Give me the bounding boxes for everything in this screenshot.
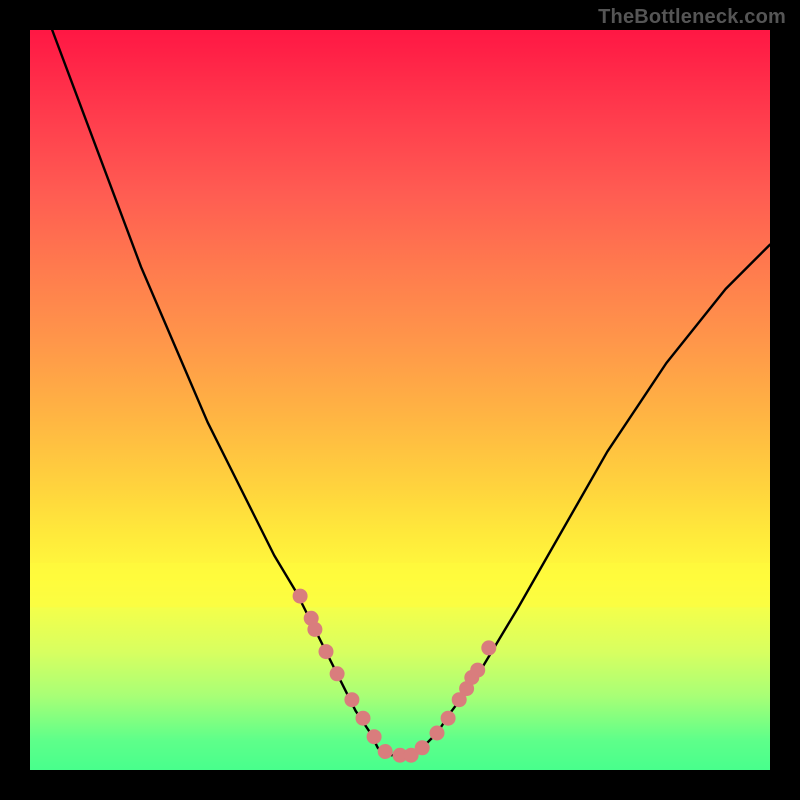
chart-overlay bbox=[30, 30, 770, 770]
highlight-dot bbox=[470, 663, 485, 678]
bottleneck-curve bbox=[30, 0, 770, 755]
watermark-text: TheBottleneck.com bbox=[598, 6, 786, 29]
color-bands bbox=[30, 563, 770, 770]
highlight-dot bbox=[378, 744, 393, 759]
highlight-dot bbox=[441, 711, 456, 726]
highlight-dot bbox=[319, 644, 334, 659]
highlight-dot bbox=[415, 740, 430, 755]
highlight-dot bbox=[481, 640, 496, 655]
chart-frame: TheBottleneck.com bbox=[0, 0, 800, 800]
highlight-dot bbox=[293, 589, 308, 604]
highlight-dot bbox=[344, 692, 359, 707]
highlight-dot bbox=[356, 711, 371, 726]
highlight-dot bbox=[330, 666, 345, 681]
yellow-band bbox=[30, 563, 770, 607]
highlight-dots bbox=[293, 589, 497, 763]
highlight-dot bbox=[367, 729, 382, 744]
highlight-dot bbox=[307, 622, 322, 637]
highlight-dot bbox=[430, 726, 445, 741]
